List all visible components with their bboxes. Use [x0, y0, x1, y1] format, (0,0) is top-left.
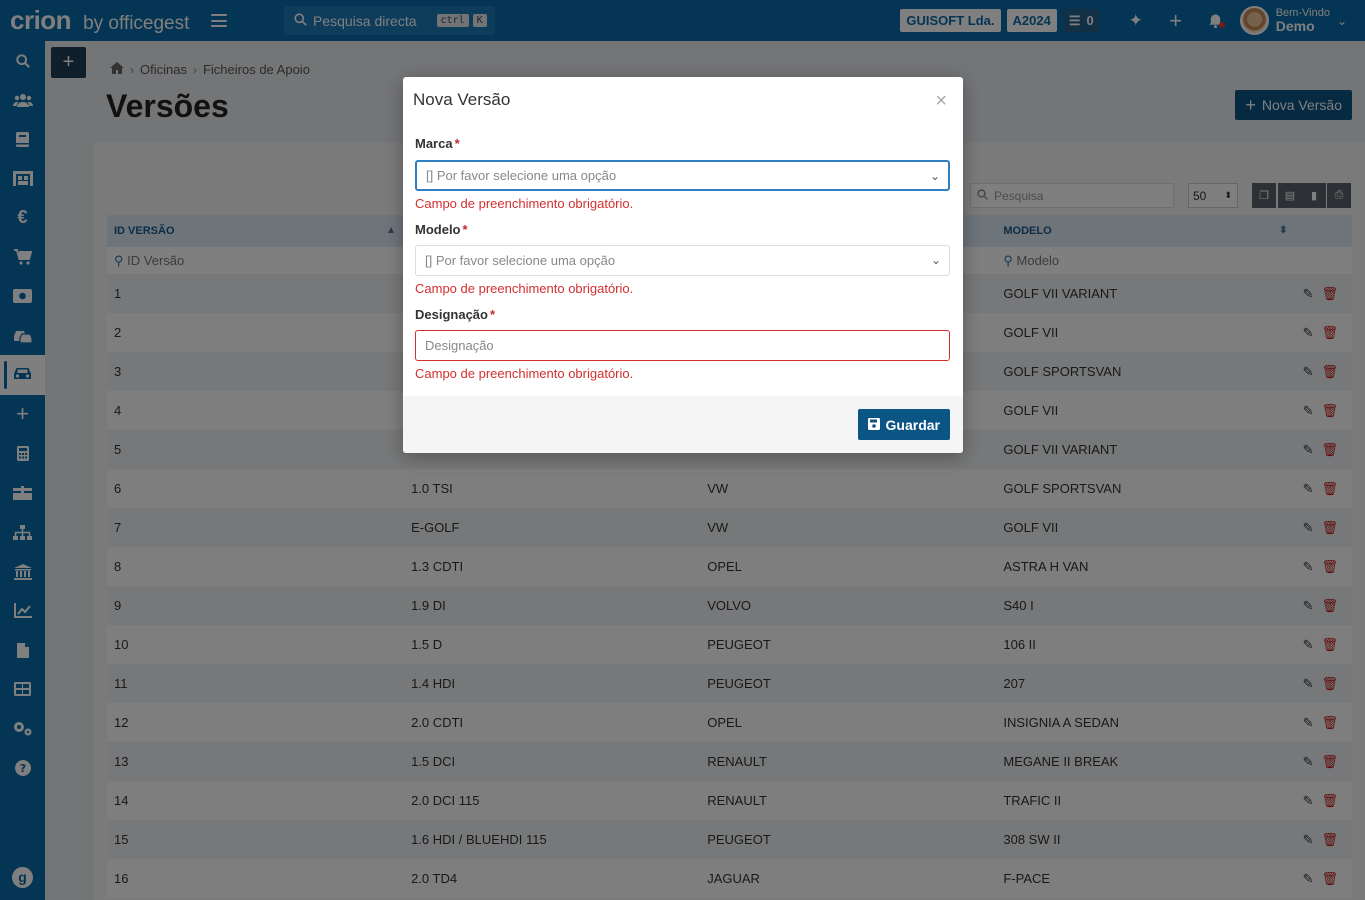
chevron-down-icon: ⌄	[929, 169, 940, 183]
designacao-label: Designação *	[415, 307, 496, 322]
marca-select[interactable]: [] Por favor selecione uma opção ⌄	[415, 160, 950, 191]
marca-error: Campo de preenchimento obrigatório.	[415, 196, 634, 211]
save-label: Guardar	[885, 416, 940, 433]
modal-title: Nova Versão	[413, 90, 511, 109]
close-icon[interactable]: ×	[935, 90, 947, 113]
modelo-error: Campo de preenchimento obrigatório.	[415, 281, 634, 296]
new-version-modal: Nova Versão × Marca * [] Por favor seleci…	[403, 77, 963, 453]
modelo-label: Modelo *	[415, 222, 468, 237]
modelo-placeholder: [] Por favor selecione uma opção	[425, 253, 616, 268]
designacao-placeholder: Designação	[425, 338, 494, 353]
designacao-input[interactable]: Designação	[415, 330, 950, 361]
save-button[interactable]: Guardar	[857, 409, 950, 440]
designacao-error: Campo de preenchimento obrigatório.	[415, 366, 634, 381]
chevron-down-icon: ⌄	[930, 253, 941, 267]
modal-footer: Guardar	[403, 396, 963, 453]
modelo-select[interactable]: [] Por favor selecione uma opção ⌄	[415, 245, 950, 276]
marca-placeholder: [] Por favor selecione uma opção	[426, 168, 617, 183]
marca-label: Marca *	[415, 136, 460, 151]
floppy-disk-icon	[867, 417, 880, 433]
